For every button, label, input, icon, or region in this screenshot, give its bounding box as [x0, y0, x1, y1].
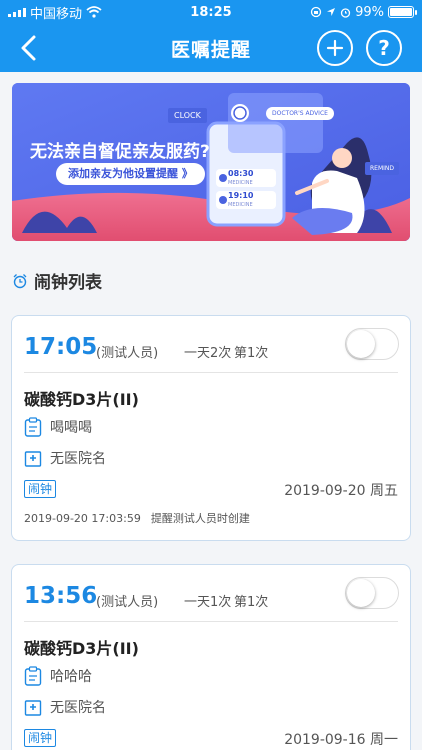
banner-cta[interactable]: 添加亲友为他设置提醒 》 — [56, 163, 205, 185]
hospital-icon — [24, 700, 42, 716]
alarm-toggle[interactable] — [345, 328, 399, 360]
alarm-time: 17:05 — [24, 334, 98, 360]
alarm-frequency: 一天1次 — [184, 595, 232, 610]
alarm-person: (测试人员) — [96, 595, 159, 610]
banner-advice-tag: DOCTOR'S ADVICE — [266, 107, 334, 120]
promo-banner[interactable]: CLOCK DOCTOR'S ADVICE REMIND 无法亲自督促亲友服药?… — [12, 83, 410, 241]
alarm-note: 哈哈哈 — [50, 669, 92, 685]
toggle-knob — [347, 579, 375, 607]
alarm-time: 13:56 — [24, 583, 98, 609]
status-right: 99% — [310, 4, 417, 20]
created-text: 提醒测试人员时创建 — [150, 512, 250, 525]
alarm-note: 喝喝喝 — [50, 420, 92, 436]
hospital-icon — [24, 451, 42, 467]
wifi-icon — [86, 6, 102, 18]
drug-name: 碳酸钙D3片(II) — [24, 639, 139, 658]
status-time: 18:25 — [190, 4, 232, 20]
alarm-card[interactable]: 17:05 (测试人员) 一天2次 第1次 碳酸钙D3片(II) 喝喝喝 无医院… — [11, 315, 411, 541]
alarm-date: 2019-09-16 周一 — [284, 732, 398, 748]
hospital-name: 无医院名 — [50, 451, 106, 467]
clipboard-icon — [24, 417, 42, 437]
banner-remind-tag: REMIND — [365, 162, 400, 175]
signal-icon — [8, 7, 26, 17]
status-left: 中国移动 — [8, 3, 102, 22]
status-bar: 中国移动 18:25 99% — [0, 0, 422, 24]
section-title: 闹钟列表 — [34, 273, 102, 293]
toggle-knob — [347, 330, 375, 358]
alarm-toggle[interactable] — [345, 577, 399, 609]
hospital-row: 无医院名 — [24, 697, 106, 717]
alarm-person: (测试人员) — [96, 346, 159, 361]
pill-label-2: MEDICINE — [228, 202, 253, 208]
help-button[interactable]: ? — [366, 30, 402, 66]
alarm-date: 2019-09-20 周五 — [284, 483, 398, 499]
battery-fill — [390, 8, 412, 16]
created-time: 2019-09-20 17:03:59 — [24, 512, 141, 525]
alarm-count: 第1次 — [234, 346, 269, 361]
alarm-created: 2019-09-20 17:03:59 提醒测试人员时创建 — [24, 510, 250, 526]
question-icon: ? — [378, 36, 390, 60]
location-icon — [327, 8, 336, 16]
add-alarm-button[interactable] — [317, 30, 353, 66]
alarm-card[interactable]: 13:56 (测试人员) 一天1次 第1次 碳酸钙D3片(II) 哈哈哈 无医院… — [11, 564, 411, 750]
carrier-label: 中国移动 — [30, 6, 83, 22]
banner-clock-tag: CLOCK — [168, 108, 207, 123]
card-divider — [24, 621, 398, 622]
banner-illustration — [12, 83, 410, 241]
orientation-lock-icon — [310, 6, 322, 18]
alarm-count: 第1次 — [234, 595, 269, 610]
pill-time-2: 19:10 — [228, 191, 254, 200]
alarm-type-tag: 闹钟 — [24, 480, 57, 498]
plus-icon — [326, 39, 344, 57]
back-button[interactable] — [10, 30, 46, 66]
chevron-left-icon — [21, 35, 36, 61]
alarm-clock-icon — [13, 273, 27, 288]
hospital-name: 无医院名 — [50, 700, 106, 716]
page-title: 医嘱提醒 — [170, 38, 251, 61]
pill-time-1: 08:30 — [228, 169, 254, 178]
pill-label-1: MEDICINE — [228, 180, 253, 186]
note-row: 哈哈哈 — [24, 666, 92, 686]
banner-headline: 无法亲自督促亲友服药? — [30, 142, 210, 162]
nav-bar: 医嘱提醒 ? — [0, 24, 422, 72]
card-divider — [24, 372, 398, 373]
clipboard-icon — [24, 666, 42, 686]
battery-percent: 99% — [355, 4, 384, 20]
battery-icon — [388, 6, 417, 18]
note-row: 喝喝喝 — [24, 417, 92, 437]
drug-name: 碳酸钙D3片(II) — [24, 390, 139, 409]
hospital-row: 无医院名 — [24, 448, 106, 468]
alarm-list-header: 闹钟列表 — [12, 268, 102, 293]
alarm-type-tag: 闹钟 — [24, 729, 57, 747]
alarm-frequency: 一天2次 — [184, 346, 232, 361]
alarm-status-icon — [340, 7, 351, 18]
